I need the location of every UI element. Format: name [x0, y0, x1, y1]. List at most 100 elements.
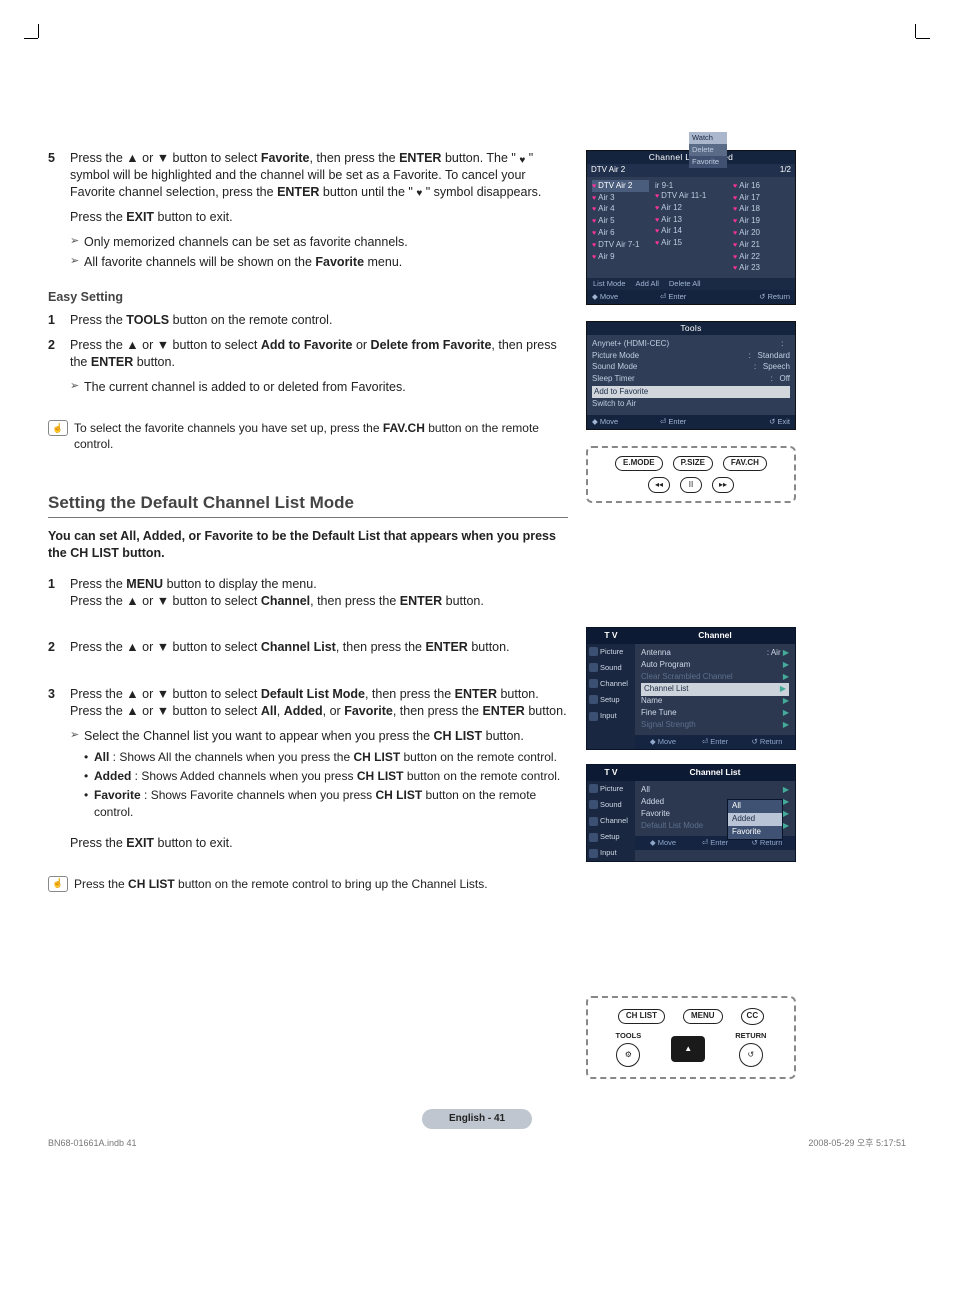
- doc-footer: BN68-01661A.indb 41 2008-05-29 오후 5:17:5…: [48, 1137, 906, 1149]
- doc-footer-left: BN68-01661A.indb 41: [48, 1137, 137, 1149]
- text-bold: CH LIST: [434, 729, 483, 743]
- text-bold: ENTER: [399, 151, 441, 165]
- scr-foot-return: Return: [767, 292, 790, 301]
- text-fragment: menu.: [364, 255, 402, 269]
- tv-foot-return: Return: [760, 737, 783, 746]
- sec2-step-1: 1 Press the MENU button to display the m…: [48, 576, 568, 610]
- text-fragment: button to display the menu.: [163, 577, 317, 591]
- easy-step-2: 2 Press the ▲ or ▼ button to select Add …: [48, 337, 568, 371]
- text-fragment: button until the ": [319, 185, 416, 199]
- text-fragment: Press the ▲ or ▼ button to select: [70, 151, 261, 165]
- tv-side-header: T V: [587, 765, 635, 780]
- psize-button: P.SIZE: [673, 456, 713, 471]
- text-bold: Added: [284, 704, 323, 718]
- screenshots-column: Channel List / Added DTV Air 21/2 DTV Ai…: [586, 150, 796, 1079]
- text-bold: TOOLS: [126, 313, 169, 327]
- channel-list-screenshot: Channel List / Added DTV Air 21/2 DTV Ai…: [586, 150, 796, 305]
- text-fragment: Press the: [70, 836, 126, 850]
- text-bold: Channel: [261, 594, 310, 608]
- tv-foot-move: Move: [658, 838, 676, 847]
- scr-foot-listmode: List Mode: [593, 279, 626, 289]
- main-text-column: 5 Press the ▲ or ▼ button to select Favo…: [48, 150, 568, 1079]
- tv-side-header: T V: [587, 628, 635, 643]
- heart-icon: ♥: [416, 188, 422, 199]
- text-bold: ENTER: [400, 594, 442, 608]
- text-bold: ENTER: [425, 640, 467, 654]
- text-fragment: Press the: [70, 577, 126, 591]
- text-fragment: Press the ▲ or ▼ button to select: [70, 594, 261, 608]
- heart-icon: ♥: [519, 155, 525, 166]
- tv-main-header: Channel List: [635, 765, 795, 780]
- text-bold: MENU: [126, 577, 163, 591]
- tools-button-icon: ⚙: [616, 1043, 640, 1067]
- text-bold: ENTER: [482, 704, 524, 718]
- hand-icon: ☝: [48, 876, 68, 892]
- text-bold: Default List Mode: [261, 687, 365, 701]
- step-number: 1: [48, 312, 70, 329]
- text-fragment: Press the ▲ or ▼ button to select: [70, 338, 261, 352]
- text-fragment: To select the favorite channels you have…: [74, 421, 383, 435]
- text-fragment: button.: [468, 640, 510, 654]
- tv-foot-enter: Enter: [710, 838, 728, 847]
- tools-rows: Anynet+ (HDMI-CEC): Picture Mode: Standa…: [587, 335, 795, 415]
- nav-pad: ▲: [671, 1036, 705, 1062]
- text-bold: ENTER: [91, 355, 133, 369]
- tv-channel-menu-screenshot: T V PictureSoundChannelSetupInput Channe…: [586, 627, 796, 750]
- tv-channellist-menu-screenshot: T V PictureSoundChannelSetupInput Channe…: [586, 764, 796, 862]
- bullet-added: Added : Shows Added channels when you pr…: [84, 768, 568, 784]
- easy-setting-heading: Easy Setting: [48, 289, 568, 306]
- scr-foot-move: Move: [600, 417, 618, 426]
- tools-screenshot: Tools Anynet+ (HDMI-CEC): Picture Mode: …: [586, 321, 796, 430]
- menu-button: MENU: [683, 1009, 723, 1024]
- text-bold: FAV.CH: [383, 421, 425, 435]
- scr-sub-right: 1/2: [780, 165, 791, 176]
- scr-foot-enter: Enter: [668, 292, 686, 301]
- text-bold: CH LIST: [128, 877, 175, 891]
- text-fragment: Press the: [70, 210, 126, 224]
- remote-buttons-2: CH LIST MENU CC TOOLS ⚙ ▲ RETURN ↺: [586, 996, 796, 1079]
- tip-favch: ☝ To select the favorite channels you ha…: [48, 420, 568, 452]
- step-5: 5 Press the ▲ or ▼ button to select Favo…: [48, 150, 568, 226]
- easy-note: The current channel is added to or delet…: [70, 379, 568, 396]
- text-bold: Channel List: [261, 640, 336, 654]
- text-bold: Favorite: [344, 704, 393, 718]
- page-footer-pill: English - 41: [422, 1109, 532, 1129]
- channel-col-2: ir 9-1WatchDeleteFavoriteDTV Air 11-1Air…: [655, 180, 727, 274]
- scr-foot-deleteall: Delete All: [669, 279, 701, 289]
- text-fragment: button.: [482, 729, 524, 743]
- text-fragment: All favorite channels will be shown on t…: [84, 255, 315, 269]
- text-fragment: , then press the: [365, 687, 455, 701]
- doc-footer-right: 2008-05-29 오후 5:17:51: [808, 1137, 906, 1149]
- channel-col-3: Air 16Air 17Air 18Air 19Air 20Air 21Air …: [733, 180, 790, 274]
- dropdown-listmode: AllAddedFavorite: [727, 799, 783, 839]
- text-fragment: Press the ▲ or ▼ button to select: [70, 704, 261, 718]
- sec2-exit: Press the EXIT button to exit.: [70, 835, 568, 852]
- text-fragment: button on the remote control.: [404, 769, 561, 783]
- tv-main-body: Antenna: Air ▶Auto Program ▶Clear Scramb…: [635, 644, 795, 736]
- tv-foot-enter: Enter: [710, 737, 728, 746]
- forward-button: ▸▸: [712, 477, 734, 493]
- cc-button: CC: [741, 1008, 765, 1025]
- section-title-default-list: Setting the Default Channel List Mode: [48, 492, 568, 515]
- text-fragment: button.: [442, 594, 484, 608]
- text-fragment: or: [352, 338, 370, 352]
- text-bold: CH LIST: [354, 750, 401, 764]
- sec2-note: Select the Channel list you want to appe…: [70, 728, 568, 745]
- text-fragment: button to exit.: [154, 210, 233, 224]
- text-fragment: , then press the: [393, 704, 483, 718]
- remote-buttons-1: E.MODE P.SIZE FAV.CH ◂◂ II ▸▸: [586, 446, 796, 503]
- bullet-all: All : Shows All the channels when you pr…: [84, 749, 568, 765]
- step-number: 2: [48, 639, 70, 656]
- scr-sub-left: DTV Air 2: [591, 165, 625, 176]
- text-fragment: " symbol disappears.: [422, 185, 541, 199]
- scr-foot-addall: Add All: [636, 279, 659, 289]
- text-bold: All: [94, 750, 109, 764]
- text-fragment: Press the: [74, 877, 128, 891]
- favch-button: FAV.CH: [723, 456, 767, 471]
- text-bold: EXIT: [126, 836, 154, 850]
- section-desc: You can set All, Added, or Favorite to b…: [48, 528, 568, 562]
- text-fragment: Press the: [70, 313, 126, 327]
- text-bold: Favorite: [94, 788, 141, 802]
- text-fragment: Press the ▲ or ▼ button to select: [70, 640, 261, 654]
- text-fragment: , or: [323, 704, 345, 718]
